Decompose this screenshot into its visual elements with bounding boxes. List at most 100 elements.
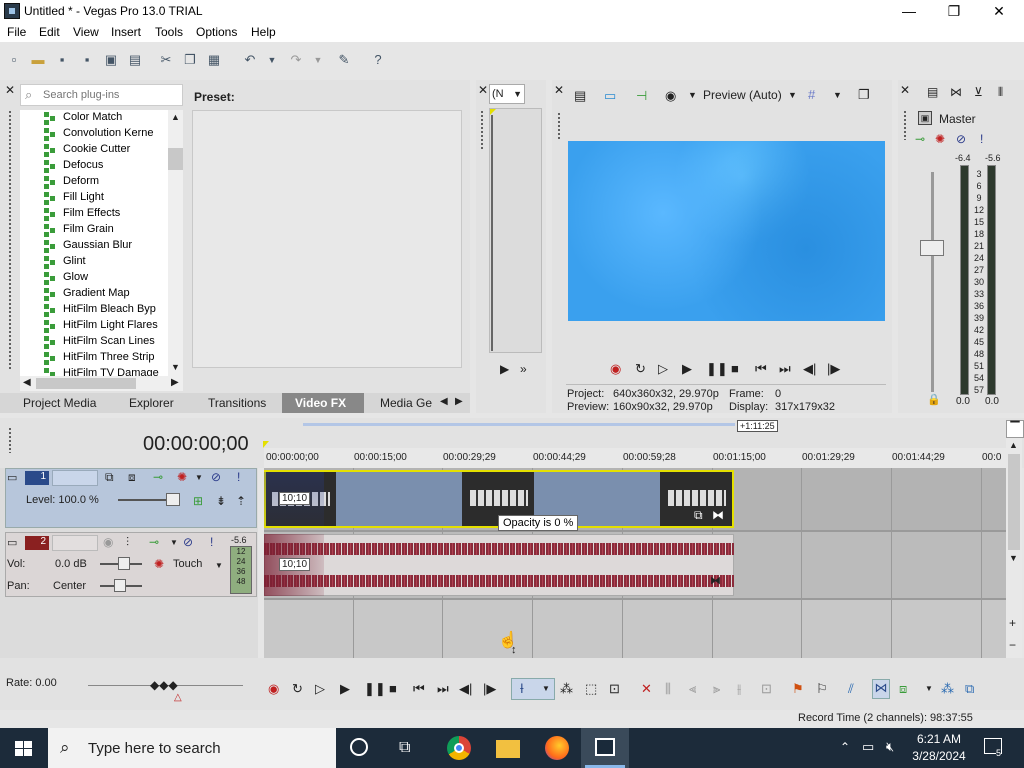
list-item[interactable]: HitFilm Three Strip xyxy=(44,351,154,367)
lock-fader-icon[interactable]: ⫴ xyxy=(998,85,1003,100)
properties-icon[interactable]: ▤ xyxy=(127,52,143,68)
cut-icon[interactable]: ✂ xyxy=(158,52,174,68)
track-name-field[interactable] xyxy=(52,535,98,551)
copy-icon[interactable]: ❐ xyxy=(182,52,198,68)
lock-event-icon[interactable]: ⊡ xyxy=(761,681,772,697)
automation-icon[interactable]: ⊞ xyxy=(193,494,203,508)
list-item[interactable]: Fill Light xyxy=(44,191,104,207)
insert-marker-icon[interactable]: ⚑ xyxy=(792,681,804,697)
save-as-icon[interactable]: ▪ xyxy=(79,52,95,68)
volume-muted-icon[interactable]: 🔇︎ xyxy=(886,739,894,755)
next-frame-icon[interactable]: |▶ xyxy=(827,361,840,377)
chevron-down-icon[interactable]: ▼ xyxy=(215,561,223,570)
external-monitor-icon[interactable]: ▭ xyxy=(604,88,616,104)
preset-list[interactable] xyxy=(192,110,462,368)
list-item[interactable]: Defocus xyxy=(44,159,103,175)
mute-icon[interactable]: ⊘ xyxy=(211,470,221,484)
go-to-end-icon[interactable]: ⏭ xyxy=(779,361,791,377)
chevron-down-icon[interactable]: ▼ xyxy=(170,538,178,547)
track-properties-icon[interactable]: ⫶ xyxy=(126,535,129,550)
menu-file[interactable]: File xyxy=(7,25,26,39)
menu-edit[interactable]: Edit xyxy=(39,25,60,39)
cursor-marker[interactable] xyxy=(263,441,269,448)
close-button[interactable]: ✕ xyxy=(976,0,1022,23)
scroll-up-icon[interactable]: ▲ xyxy=(171,112,180,122)
whats-this-help-icon[interactable]: ? xyxy=(370,52,386,68)
scroll-up-icon[interactable]: ▲ xyxy=(1009,440,1018,450)
tab-video-fx[interactable]: Video FX xyxy=(282,393,364,413)
track-fx-icon[interactable]: ✺ xyxy=(177,470,187,484)
file-explorer-icon[interactable] xyxy=(496,740,520,758)
previous-frame-icon[interactable]: ◀| xyxy=(459,681,472,697)
open-folder-icon[interactable]: ▬ xyxy=(30,52,46,68)
paste-icon[interactable]: ▦ xyxy=(206,52,222,68)
make-compositing-child-icon[interactable]: ⧈ xyxy=(128,470,136,485)
volume-slider-thumb[interactable] xyxy=(118,557,130,570)
list-item[interactable]: Deform xyxy=(44,175,99,191)
minimize-button[interactable]: — xyxy=(886,0,932,23)
trim-start-icon[interactable]: ⫷ xyxy=(689,681,696,697)
enable-snapping-icon[interactable]: ✎ xyxy=(336,52,352,68)
play-icon[interactable]: ▶ xyxy=(340,681,350,697)
panel-grip[interactable] xyxy=(8,110,12,370)
go-to-start-icon[interactable]: ⏮ xyxy=(413,681,425,697)
track-fx-routing-icon[interactable]: ⊸ xyxy=(149,535,159,549)
trimmer-area[interactable] xyxy=(489,108,542,353)
split-icon[interactable]: ⫲ xyxy=(737,681,741,697)
chevron-down-icon[interactable]: ▼ xyxy=(833,90,842,100)
go-to-start-icon[interactable]: ⏮ xyxy=(755,361,767,377)
dim-output-icon[interactable]: ⊻ xyxy=(974,85,983,99)
solo-icon[interactable]: ! xyxy=(210,535,213,549)
panel-grip[interactable] xyxy=(557,112,561,140)
chevron-down-icon[interactable]: ▼ xyxy=(195,473,203,482)
panel-grip[interactable] xyxy=(903,110,907,140)
list-item[interactable]: Film Effects xyxy=(44,207,120,223)
trimmer-media-dropdown[interactable]: (N ▼ xyxy=(489,84,525,104)
lock-icon[interactable]: 🔒 xyxy=(927,393,941,406)
level-slider-thumb[interactable] xyxy=(166,493,180,506)
network-icon[interactable]: ▭ xyxy=(862,739,874,755)
chrome-icon[interactable] xyxy=(447,736,471,760)
search-plugins-input[interactable] xyxy=(43,85,183,105)
redo-dropdown-icon[interactable]: ▼ xyxy=(310,52,326,68)
overlays-icon[interactable]: ◉ xyxy=(665,88,676,104)
chevron-down-icon[interactable]: ▼ xyxy=(925,684,933,693)
lock-envelopes-icon[interactable]: ⁂ xyxy=(941,681,954,697)
auto-ripple-icon[interactable]: ⧈ xyxy=(899,681,907,697)
enable-snapping-icon[interactable]: ⫽ xyxy=(848,681,854,697)
normal-edit-tool-button[interactable]: Ɨ ▼ xyxy=(511,678,555,700)
trim-end-icon[interactable]: ⫸ xyxy=(713,681,720,697)
next-frame-icon[interactable]: |▶ xyxy=(483,681,496,697)
cursor-timecode[interactable]: 00:00:00;00 xyxy=(143,433,249,456)
rate-slider-thumb[interactable]: ◆◆◆ xyxy=(150,678,178,692)
pause-icon[interactable]: ❚❚ xyxy=(706,361,728,377)
pan-slider-thumb[interactable] xyxy=(114,579,126,592)
mute-icon[interactable]: ⊘ xyxy=(956,132,966,146)
menu-tools[interactable]: Tools xyxy=(155,25,183,39)
automation-mode[interactable]: Touch xyxy=(173,558,202,570)
clock-time[interactable]: 6:21 AM xyxy=(906,732,972,746)
chevron-down-icon[interactable]: ▼ xyxy=(688,90,697,100)
zoom-tool-icon[interactable]: ⊡ xyxy=(609,681,620,697)
firefox-icon[interactable] xyxy=(545,736,569,760)
scroll-thumb[interactable] xyxy=(168,148,183,170)
list-item[interactable]: HitFilm TV Damage xyxy=(44,367,159,376)
ignore-event-grouping-icon[interactable]: ⧉ xyxy=(965,681,974,697)
plugin-list-horizontal-scrollbar[interactable]: ◀ ▶ xyxy=(20,376,183,391)
master-volume-fader[interactable] xyxy=(920,240,944,256)
track-name-field[interactable] xyxy=(52,470,98,486)
downmix-icon[interactable]: ⋈ xyxy=(950,85,962,99)
mixer-properties-icon[interactable]: ▤ xyxy=(927,85,938,99)
zoom-in-icon[interactable]: + xyxy=(1009,616,1016,630)
menu-view[interactable]: View xyxy=(73,25,99,39)
event-pan-crop-icon[interactable]: ⧉ xyxy=(694,508,703,523)
list-item[interactable]: HitFilm Scan Lines xyxy=(44,335,155,351)
start-button[interactable] xyxy=(0,728,48,768)
trimmer-play-icon[interactable]: ▶ xyxy=(500,362,509,376)
previous-frame-icon[interactable]: ◀| xyxy=(803,361,816,377)
loop-playback-icon[interactable]: ↻ xyxy=(292,681,303,697)
delete-icon[interactable]: ✕ xyxy=(641,681,652,697)
list-item[interactable]: Film Grain xyxy=(44,223,114,239)
stop-icon[interactable]: ■ xyxy=(389,681,397,696)
zoom-out-icon[interactable]: − xyxy=(1009,638,1016,652)
